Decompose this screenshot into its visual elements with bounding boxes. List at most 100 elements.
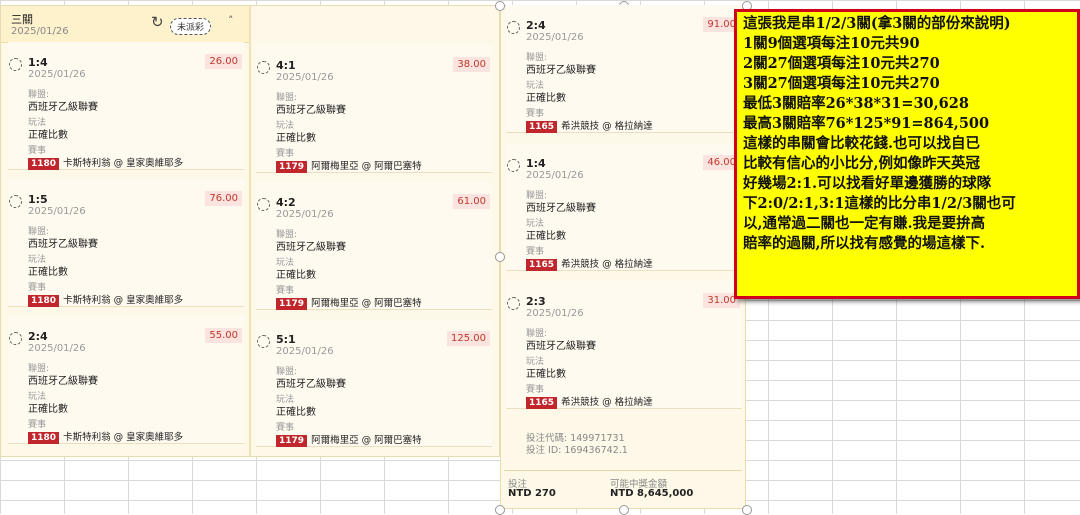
play-value: 正確比數 xyxy=(526,93,566,104)
note-line: 賠率的過關,所以找有感覺的場這樣下. xyxy=(743,235,986,252)
bet-card[interactable]: 2:4 2025/01/26 91.00 聯盟: 西班牙乙級聯賽 玩法 正確比數… xyxy=(506,5,742,133)
score-pick: 2:3 xyxy=(526,295,546,308)
event-line: 1179 阿爾梅里亞 @ 阿爾巴塞特 xyxy=(276,158,422,173)
event-name: 希洪競技 @ 格拉納達 xyxy=(561,397,653,408)
column-divider xyxy=(249,6,251,42)
score-pick: 1:4 xyxy=(28,56,48,69)
play-value: 正確比數 xyxy=(276,270,316,281)
parlay-title: 三關 xyxy=(11,13,33,26)
select-radio[interactable] xyxy=(9,58,22,71)
play-value: 正確比數 xyxy=(28,267,68,278)
bet-slip-header: 三關 2025/01/26 ↻ 未派彩 ˄ xyxy=(1,6,249,43)
score-pick: 4:1 xyxy=(276,59,296,72)
note-line: 這張我是串1/2/3關(拿3關的部份來說明) xyxy=(743,15,1011,32)
odds-badge: 61.00 xyxy=(453,194,490,209)
odds-badge: 26.00 xyxy=(205,54,242,69)
league-value: 西班牙乙級聯賽 xyxy=(276,379,346,390)
event-id-badge: 1179 xyxy=(276,161,308,173)
bet-card[interactable]: 1:4 2025/01/26 46.00 聯盟: 西班牙乙級聯賽 玩法 正確比數… xyxy=(506,143,742,271)
select-radio[interactable] xyxy=(507,159,520,172)
totals-divider xyxy=(504,470,742,471)
bet-card[interactable]: 1:5 2025/01/26 76.00 聯盟: 西班牙乙級聯賽 玩法 正確比數… xyxy=(8,179,244,307)
event-line: 1179 阿爾梅里亞 @ 阿爾巴塞特 xyxy=(276,295,422,310)
event-id-badge: 1165 xyxy=(526,397,558,409)
event-id-badge: 1179 xyxy=(276,298,308,310)
event-id-badge: 1180 xyxy=(28,432,60,444)
bet-card[interactable]: 5:1 2025/01/26 125.00 聯盟: 西班牙乙級聯賽 玩法 正確比… xyxy=(256,319,492,447)
league-value: 西班牙乙級聯賽 xyxy=(276,105,346,116)
odds-badge: 38.00 xyxy=(453,57,490,72)
select-radio[interactable] xyxy=(9,332,22,345)
play-value: 正確比數 xyxy=(526,231,566,242)
league-value: 西班牙乙級聯賽 xyxy=(276,242,346,253)
match-date: 2025/01/26 xyxy=(276,72,334,83)
status-badge: 未派彩 xyxy=(170,18,212,35)
play-value: 正確比數 xyxy=(276,407,316,418)
note-line: 3關27個選項每注10元共270 xyxy=(743,75,940,92)
column-divider xyxy=(249,42,251,456)
match-date: 2025/01/26 xyxy=(526,32,584,43)
bet-card[interactable]: 4:1 2025/01/26 38.00 聯盟: 西班牙乙級聯賽 玩法 正確比數… xyxy=(256,45,492,173)
match-date: 2025/01/26 xyxy=(526,170,584,181)
event-name: 阿爾梅里亞 @ 阿爾巴塞特 xyxy=(311,161,422,172)
bet-card[interactable]: 2:3 2025/01/26 31.00 聯盟: 西班牙乙級聯賽 玩法 正確比數… xyxy=(506,281,742,409)
select-radio[interactable] xyxy=(257,61,270,74)
select-radio[interactable] xyxy=(257,335,270,348)
explanation-note[interactable]: 這張我是串1/2/3關(拿3關的部份來說明) 1關9個選項每注10元共90 2關… xyxy=(734,9,1080,299)
event-name: 阿爾梅里亞 @ 阿爾巴塞特 xyxy=(311,298,422,309)
score-pick: 4:2 xyxy=(276,196,296,209)
note-line: 比較有信心的小比分,例如像昨天英冠 xyxy=(743,155,981,172)
note-line: 最高3關賠率76*125*91=864,500 xyxy=(743,115,990,132)
note-line: 以,通常過二關也一定有賺.我是要拚高 xyxy=(743,215,986,232)
bet-id: 投注 ID: 169436742.1 xyxy=(526,445,628,456)
potential-win-value: NTD 8,645,000 xyxy=(610,488,694,499)
select-radio[interactable] xyxy=(507,21,520,34)
play-value: 正確比數 xyxy=(28,130,68,141)
event-line: 1180 卡斯特利翁 @ 皇家奧維耶多 xyxy=(28,155,183,170)
resize-handle[interactable] xyxy=(495,252,505,262)
league-value: 西班牙乙級聯賽 xyxy=(526,203,596,214)
bet-card[interactable]: 4:2 2025/01/26 61.00 聯盟: 西班牙乙級聯賽 玩法 正確比數… xyxy=(256,182,492,310)
event-line: 1179 阿爾梅里亞 @ 阿爾巴塞特 xyxy=(276,432,422,447)
match-date: 2025/01/26 xyxy=(526,308,584,319)
select-radio[interactable] xyxy=(257,198,270,211)
bet-card[interactable]: 1:4 2025/01/26 26.00 聯盟: 西班牙乙級聯賽 玩法 正確比數… xyxy=(8,42,244,170)
event-id-badge: 1179 xyxy=(276,435,308,447)
note-line: 最低3關賠率26*38*31=30,628 xyxy=(743,95,969,112)
header-date: 2025/01/26 xyxy=(11,26,69,37)
score-pick: 2:4 xyxy=(526,19,546,32)
score-pick: 2:4 xyxy=(28,330,48,343)
select-radio[interactable] xyxy=(9,195,22,208)
league-value: 西班牙乙級聯賽 xyxy=(28,239,98,250)
event-line: 1165 希洪競技 @ 格拉納達 xyxy=(526,394,653,409)
refresh-icon[interactable]: ↻ xyxy=(151,13,164,31)
odds-badge: 55.00 xyxy=(205,328,242,343)
match-date: 2025/01/26 xyxy=(28,343,86,354)
event-id-badge: 1180 xyxy=(28,158,60,170)
match-date: 2025/01/26 xyxy=(276,209,334,220)
match-date: 2025/01/26 xyxy=(276,346,334,357)
event-line: 1165 希洪競技 @ 格拉納達 xyxy=(526,256,653,271)
note-line: 2關27個選項每注10元共270 xyxy=(743,55,940,72)
event-line: 1180 卡斯特利翁 @ 皇家奧維耶多 xyxy=(28,429,184,444)
bet-card[interactable]: 2:4 2025/01/26 55.00 聯盟: 西班牙乙級聯賽 玩法 正確比數… xyxy=(8,316,244,444)
note-line: 這樣的串關會比較花錢.也可以找自已 xyxy=(743,135,981,152)
event-name: 卡斯特利翁 @ 皇家奧維耶多 xyxy=(63,432,184,443)
event-name: 希洪競技 @ 格拉納達 xyxy=(561,259,653,270)
event-id-badge: 1180 xyxy=(28,295,60,307)
note-line: 好幾場2:1.可以找看好單邊獲勝的球隊 xyxy=(743,175,992,192)
caret-up-icon[interactable]: ˄ xyxy=(228,14,234,27)
play-value: 正確比數 xyxy=(28,404,68,415)
league-value: 西班牙乙級聯賽 xyxy=(526,65,596,76)
event-id-badge: 1165 xyxy=(526,259,558,271)
event-name: 阿爾梅里亞 @ 阿爾巴塞特 xyxy=(311,435,422,446)
select-radio[interactable] xyxy=(507,297,520,310)
odds-badge: 76.00 xyxy=(205,191,242,206)
event-id-badge: 1165 xyxy=(526,121,558,133)
event-name: 希洪競技 @ 格拉納達 xyxy=(561,121,653,132)
event-name: 卡斯特利翁 @ 皇家奧維耶多 xyxy=(63,295,184,306)
match-date: 2025/01/26 xyxy=(28,206,86,217)
league-value: 西班牙乙級聯賽 xyxy=(28,376,98,387)
event-line: 1165 希洪競技 @ 格拉納達 xyxy=(526,118,653,133)
resize-handle[interactable] xyxy=(495,1,505,11)
